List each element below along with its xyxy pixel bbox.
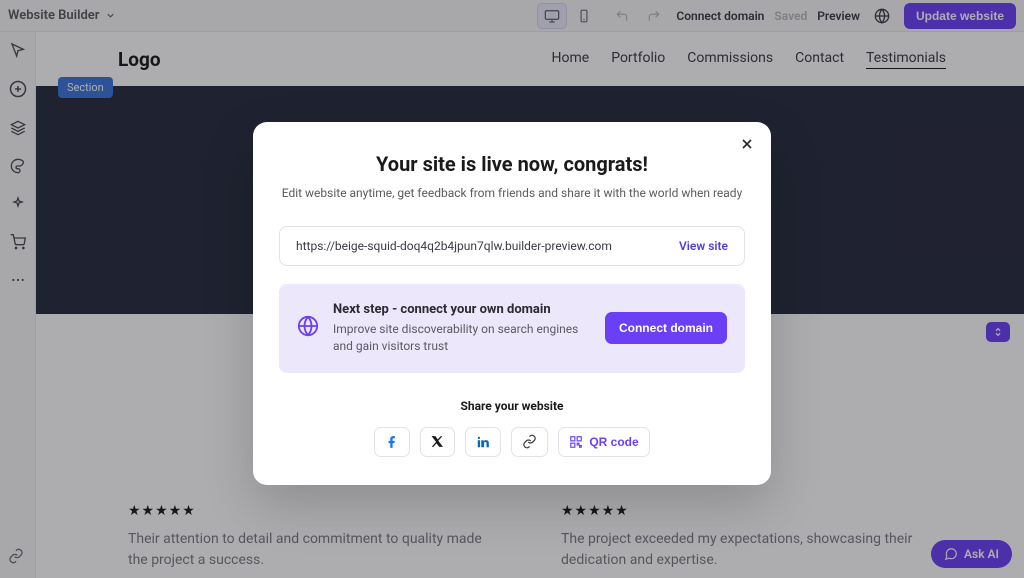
domain-title: Next step - connect your own domain	[333, 302, 591, 317]
qr-icon	[569, 435, 583, 449]
domain-desc: Improve site discoverability on search e…	[333, 321, 591, 355]
connect-domain-button[interactable]: Connect domain	[605, 312, 727, 344]
share-facebook-button[interactable]	[374, 427, 410, 457]
site-url[interactable]: https://beige-squid-doq4q2b4jpun7qlw.bui…	[296, 239, 612, 253]
link-icon	[522, 434, 537, 449]
copy-link-button[interactable]	[511, 427, 548, 457]
facebook-icon	[385, 435, 399, 449]
url-box: https://beige-squid-doq4q2b4jpun7qlw.bui…	[279, 226, 745, 266]
qr-label: QR code	[589, 435, 638, 449]
share-linkedin-button[interactable]	[465, 427, 501, 457]
domain-cta-box: Next step - connect your own domain Impr…	[279, 284, 745, 373]
modal-title: Your site is live now, congrats!	[279, 152, 745, 176]
close-button[interactable]	[739, 136, 755, 156]
publish-modal: Your site is live now, congrats! Edit we…	[253, 122, 771, 485]
x-icon	[431, 435, 444, 448]
modal-lead: Edit website anytime, get feedback from …	[279, 186, 745, 200]
domain-icon-wrapper	[297, 315, 319, 341]
linkedin-icon	[476, 435, 490, 449]
qr-code-button[interactable]: QR code	[558, 427, 649, 457]
view-site-link[interactable]: View site	[679, 239, 728, 253]
share-label: Share your website	[279, 399, 745, 413]
globe-connect-icon	[297, 315, 319, 337]
share-x-button[interactable]	[420, 427, 455, 457]
share-row: QR code	[279, 427, 745, 457]
close-icon	[739, 136, 755, 152]
